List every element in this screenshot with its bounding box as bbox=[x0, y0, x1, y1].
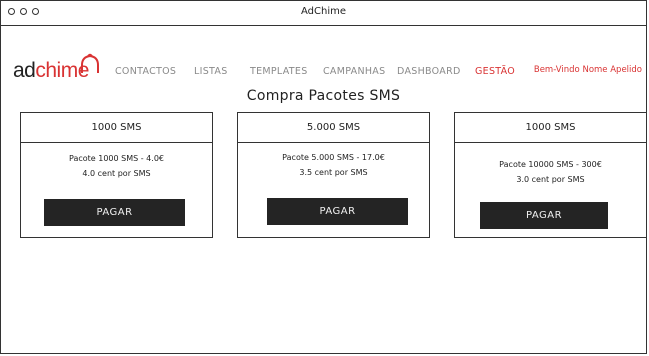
nav-item-gestao[interactable]: GESTÃO bbox=[475, 66, 515, 77]
package-description: Pacote 10000 SMS - 300€ bbox=[499, 160, 602, 169]
price-per-sms: 4.0 cent por SMS bbox=[82, 169, 151, 178]
package-description: Pacote 5.000 SMS - 17.0€ bbox=[282, 153, 385, 162]
nav-item-templates[interactable]: TEMPLATES bbox=[250, 66, 308, 77]
nav-item-contactos[interactable]: CONTACTOS bbox=[115, 66, 176, 77]
page-title: Compra Pacotes SMS bbox=[246, 88, 401, 104]
bell-icon bbox=[81, 53, 99, 73]
nav-item-dashboard[interactable]: DASHBOARD bbox=[397, 66, 461, 77]
price-per-sms: 3.0 cent por SMS bbox=[516, 175, 585, 184]
package-card-1000: 1000 SMS Pacote 1000 SMS - 4.0€ 4.0 cent… bbox=[20, 112, 213, 238]
nav-item-listas[interactable]: LISTAS bbox=[194, 66, 228, 77]
nav-item-campanhas[interactable]: CAMPANHAS bbox=[323, 66, 385, 77]
app-logo[interactable]: adchime bbox=[13, 59, 89, 83]
card-header: 1000 SMS bbox=[455, 113, 646, 143]
card-header: 1000 SMS bbox=[21, 113, 212, 143]
pay-button[interactable]: PAGAR bbox=[480, 202, 608, 229]
pay-button[interactable]: PAGAR bbox=[44, 199, 185, 226]
card-header: 5.000 SMS bbox=[238, 113, 429, 143]
welcome-user-link[interactable]: Bem-Vindo Nome Apelido bbox=[534, 65, 642, 75]
logo-text-ad: ad bbox=[13, 59, 36, 82]
package-card-5000: 5.000 SMS Pacote 5.000 SMS - 17.0€ 3.5 c… bbox=[237, 112, 430, 238]
package-card-10000: 1000 SMS Pacote 10000 SMS - 300€ 3.0 cen… bbox=[454, 112, 647, 238]
pay-button[interactable]: PAGAR bbox=[267, 198, 408, 225]
browser-window: AdChime adchime CONTACTOS LISTAS TEMPLAT… bbox=[0, 0, 647, 354]
window-title: AdChime bbox=[300, 6, 346, 17]
price-per-sms: 3.5 cent por SMS bbox=[299, 168, 368, 177]
package-description: Pacote 1000 SMS - 4.0€ bbox=[68, 154, 164, 163]
title-bar: AdChime bbox=[1, 1, 646, 26]
